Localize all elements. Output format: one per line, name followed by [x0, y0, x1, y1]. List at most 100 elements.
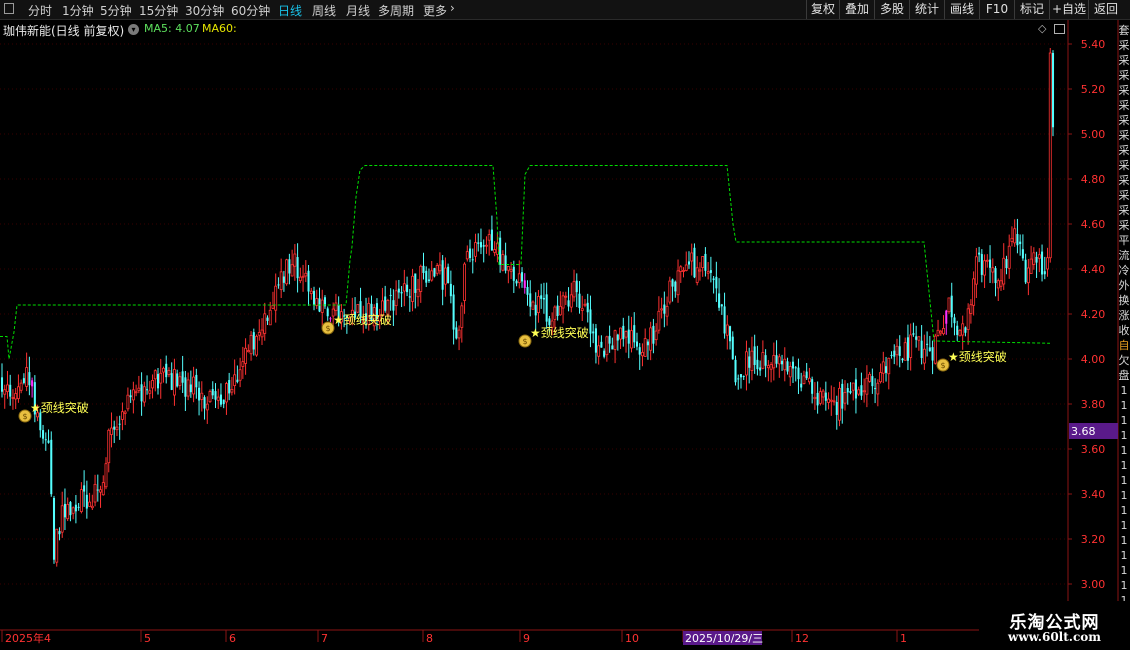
candle-body	[22, 378, 25, 383]
candle-body	[766, 365, 770, 369]
candle-body	[156, 373, 160, 389]
candle-body	[203, 397, 206, 409]
candle-body	[903, 342, 907, 361]
candle-body	[818, 391, 822, 404]
candle-body	[909, 334, 913, 358]
right-strip-char: 盘	[1118, 369, 1130, 382]
candle-body	[222, 399, 225, 405]
candle-body	[654, 330, 658, 341]
candle-body	[148, 390, 152, 394]
candle-body	[750, 350, 754, 371]
candle-body	[195, 374, 198, 388]
candle-body	[846, 388, 849, 393]
candle-body	[745, 351, 748, 376]
candle-body	[586, 302, 589, 313]
candle-body	[950, 295, 953, 318]
candle-body	[465, 251, 469, 260]
candle-body	[701, 256, 705, 268]
breakout-signal: $★颈线突破	[936, 349, 1007, 372]
candle-body	[556, 305, 559, 317]
candle-body	[517, 273, 521, 283]
candle-body	[137, 387, 141, 391]
candle-body	[534, 304, 537, 316]
candle-body	[9, 384, 12, 397]
candle-body	[225, 383, 228, 403]
candle-body	[460, 305, 464, 328]
price-tick-label: 3.60	[1081, 443, 1106, 456]
candle-body	[663, 304, 666, 314]
candle-body	[192, 376, 196, 395]
time-tick-label: 12	[795, 632, 809, 645]
price-tick-label: 4.40	[1081, 263, 1106, 276]
candle-body	[200, 392, 204, 400]
candle-body	[178, 376, 182, 386]
candle-body	[447, 266, 450, 284]
candle-body	[720, 304, 723, 307]
price-tick-label: 4.00	[1081, 353, 1106, 366]
candle-body	[829, 399, 833, 402]
candle-body	[101, 482, 105, 496]
candle-body	[786, 361, 789, 372]
right-strip-char: 流	[1118, 249, 1130, 262]
right-strip-char: 平	[1118, 234, 1130, 247]
candle-body	[843, 392, 847, 404]
candle-body	[851, 382, 855, 391]
breakout-signal-label: ★颈线突破	[948, 349, 1007, 364]
price-tick-label: 5.00	[1081, 128, 1106, 141]
candle-body	[397, 288, 400, 293]
candle-body	[63, 503, 66, 518]
candle-body	[665, 306, 669, 317]
time-tick-label: 1	[900, 632, 907, 645]
candle-body	[11, 396, 15, 399]
candle-body	[794, 367, 797, 369]
candlestick-chart[interactable]: 5.40 5.20 5.00 4.80 4.60 4.40 4.20 4.00 3.80 3.60…	[0, 0, 1130, 650]
candle-body	[706, 271, 710, 274]
candle-body	[715, 276, 718, 289]
candle-body	[991, 267, 995, 273]
time-tick-label: 5	[144, 632, 151, 645]
right-strip-char: 1	[1120, 534, 1128, 547]
right-strip-char: 自	[1118, 339, 1130, 352]
candle-body	[912, 333, 915, 335]
candle-body	[1013, 228, 1017, 244]
candle-body	[320, 299, 324, 313]
candle-body	[151, 380, 154, 389]
candle-body	[874, 388, 877, 390]
candle-body	[788, 366, 792, 378]
time-tick-label: 10	[625, 632, 639, 645]
candle-body	[881, 361, 885, 374]
candle-body	[167, 369, 171, 376]
candle-body	[841, 383, 844, 409]
candle-body	[165, 363, 168, 378]
price-tick-label: 4.80	[1081, 173, 1106, 186]
candle-body	[961, 323, 965, 336]
candle-body	[296, 257, 299, 279]
candle-body	[558, 305, 562, 316]
candle-body	[394, 290, 398, 307]
candle-body	[917, 336, 921, 341]
candle-body	[879, 372, 882, 383]
candle-body	[807, 377, 811, 383]
candle-body	[791, 361, 795, 369]
price-tick-label: 5.40	[1081, 38, 1106, 51]
candle-body	[312, 290, 316, 306]
right-strip-char: 冷	[1118, 264, 1130, 277]
candle-body	[613, 330, 617, 350]
candle-body	[419, 265, 423, 292]
candle-body	[39, 412, 42, 431]
candle-body	[956, 325, 959, 335]
candle-body	[315, 298, 319, 306]
candle-body	[797, 367, 800, 380]
price-tick-label: 3.20	[1081, 533, 1106, 546]
candle-body	[104, 463, 108, 488]
candle-body	[479, 242, 482, 248]
candle-body	[777, 356, 781, 365]
candle-body	[14, 393, 18, 400]
candle-body	[255, 335, 258, 356]
candle-body	[575, 280, 578, 293]
right-strip-char: 采	[1118, 174, 1130, 187]
candle-body	[868, 373, 872, 382]
candle-body	[268, 309, 272, 326]
price-tick-label: 4.20	[1081, 308, 1106, 321]
right-strip-char: 1	[1120, 549, 1128, 562]
